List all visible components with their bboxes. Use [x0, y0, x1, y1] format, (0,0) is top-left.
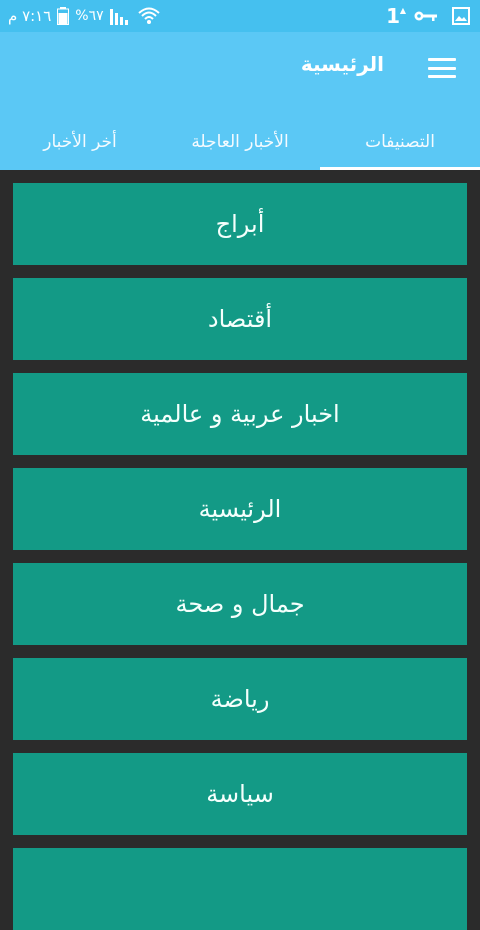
category-item-home[interactable]: الرئيسية — [13, 468, 467, 550]
category-item-beauty-health[interactable]: جمال و صحة — [13, 563, 467, 645]
hamburger-menu-icon[interactable] — [428, 56, 456, 80]
tab-categories[interactable]: التصنيفات — [320, 114, 480, 170]
category-item-arab-world-news[interactable]: اخبار عربية و عالمية — [13, 373, 467, 455]
app-bar: الرئيسية التصنيفات الأخبار العاجلة أخر ا… — [0, 32, 480, 170]
status-indicator: 1 ▲ — [386, 4, 406, 28]
category-list: أبراج أقتصاد اخبار عربية و عالمية الرئيس… — [0, 170, 480, 930]
tab-breaking-news[interactable]: الأخبار العاجلة — [160, 114, 320, 170]
tab-latest-news[interactable]: أخر الأخبار — [0, 114, 160, 170]
page-title: الرئيسية — [300, 52, 384, 76]
tab-bar: التصنيفات الأخبار العاجلة أخر الأخبار — [0, 114, 480, 170]
status-right-group: 1 ▲ — [386, 0, 470, 32]
category-item-horoscopes[interactable]: أبراج — [13, 183, 467, 265]
status-bar: ٧:١٦ م %٦٧ 1 ▲ — [0, 0, 480, 32]
battery-icon — [57, 7, 70, 25]
category-item-partial[interactable] — [13, 848, 467, 930]
gallery-icon — [452, 7, 470, 25]
status-time: ٧:١٦ م — [8, 7, 52, 25]
category-item-economy[interactable]: أقتصاد — [13, 278, 467, 360]
status-left-group: ٧:١٦ م %٦٧ — [8, 0, 160, 32]
wifi-icon — [137, 6, 160, 26]
category-item-politics[interactable]: سياسة — [13, 753, 467, 835]
category-item-sports[interactable]: رياضة — [13, 658, 467, 740]
battery-percent: %٦٧ — [75, 8, 104, 24]
key-icon — [414, 10, 438, 22]
signal-icon — [109, 7, 132, 25]
